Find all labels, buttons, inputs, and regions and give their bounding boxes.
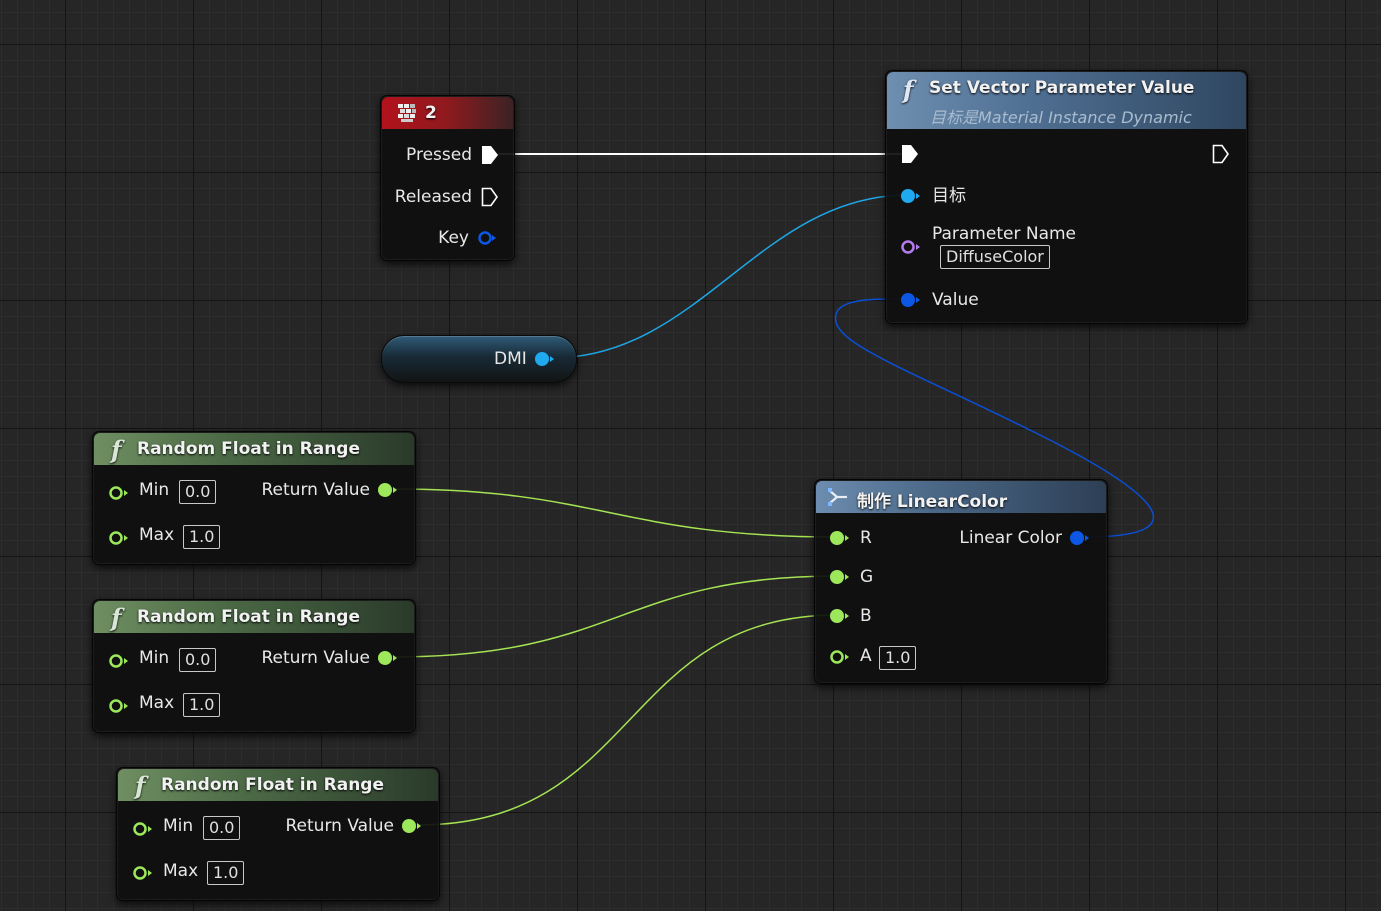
value-label: Value: [932, 290, 979, 310]
max-float-pin[interactable]: [108, 698, 128, 713]
key-label: Key: [438, 228, 469, 248]
make-color-header[interactable]: 制作 LinearColor: [816, 481, 1106, 513]
random-float-title: Random Float in Range: [161, 775, 384, 795]
min-label: Min: [139, 480, 170, 500]
g-float-pin[interactable]: [829, 569, 849, 584]
key-struct-pin[interactable]: [477, 230, 496, 245]
min-value-input[interactable]: 0.0: [203, 816, 241, 840]
b-label: B: [860, 606, 872, 626]
dmi-variable-node[interactable]: DMI: [381, 335, 577, 383]
min-float-pin[interactable]: [132, 821, 152, 836]
keyboard-icon: [396, 102, 418, 129]
make-color-title: 制作 LinearColor: [857, 492, 1008, 512]
min-float-pin[interactable]: [108, 653, 128, 668]
return-value-pin[interactable]: [377, 650, 397, 665]
parameter-name-input[interactable]: DiffuseColor: [940, 245, 1050, 269]
parameter-name-pin[interactable]: [900, 239, 920, 254]
r-label: R: [860, 528, 872, 548]
key-event-node[interactable]: 2 Pressed Released Key: [380, 95, 515, 261]
target-object-pin[interactable]: [900, 188, 920, 203]
random-float-node-2[interactable]: f Random Float in Range Min 0.0 Return V…: [92, 599, 416, 733]
key-event-header[interactable]: 2: [382, 97, 513, 129]
set-vector-title: Set Vector Parameter Value: [929, 78, 1195, 98]
random-float-node-3[interactable]: f Random Float in Range Min 0.0 Return V…: [116, 767, 440, 901]
return-value-label: Return Value: [261, 480, 371, 500]
max-float-pin[interactable]: [108, 530, 128, 545]
max-label: Max: [139, 525, 175, 545]
pressed-label: Pressed: [406, 145, 472, 165]
linear-color-out-pin[interactable]: [1069, 530, 1089, 545]
function-icon: f: [111, 603, 122, 632]
make-linear-color-node[interactable]: 制作 LinearColor R Linear Color G B A 1.0: [814, 479, 1108, 684]
max-float-pin[interactable]: [132, 865, 152, 880]
random-float-header[interactable]: f Random Float in Range: [118, 769, 438, 801]
random-float-header[interactable]: f Random Float in Range: [94, 433, 414, 465]
max-label: Max: [163, 861, 199, 881]
dmi-label: DMI: [494, 349, 527, 369]
min-value-input[interactable]: 0.0: [179, 648, 217, 672]
released-label: Released: [394, 187, 472, 207]
min-label: Min: [163, 816, 194, 836]
a-float-pin[interactable]: [829, 649, 849, 664]
a-value-input[interactable]: 1.0: [879, 646, 917, 670]
float-wire-r: [393, 488, 839, 538]
released-exec-pin[interactable]: [481, 187, 498, 207]
random-float-node-1[interactable]: f Random Float in Range Min 0.0 Return V…: [92, 431, 416, 565]
min-label: Min: [139, 648, 170, 668]
max-value-input[interactable]: 1.0: [183, 525, 221, 549]
g-label: G: [860, 567, 874, 587]
function-icon: f: [135, 771, 146, 800]
exec-in-pin[interactable]: [901, 144, 918, 163]
exec-out-pin[interactable]: [1212, 144, 1229, 164]
max-value-input[interactable]: 1.0: [207, 861, 245, 885]
key-event-title: 2: [425, 103, 437, 123]
dmi-object-pin[interactable]: [534, 351, 554, 366]
set-vector-header[interactable]: f Set Vector Parameter Value 目标是Material…: [887, 72, 1246, 129]
target-label: 目标: [932, 186, 966, 206]
a-label: A: [860, 646, 872, 666]
random-float-header[interactable]: f Random Float in Range: [94, 601, 414, 633]
function-icon: f: [111, 435, 122, 464]
return-value-label: Return Value: [261, 648, 371, 668]
make-struct-icon: [827, 487, 849, 512]
min-value-input[interactable]: 0.0: [179, 480, 217, 504]
random-float-title: Random Float in Range: [137, 439, 360, 459]
b-float-pin[interactable]: [829, 608, 849, 623]
parameter-name-label: Parameter Name: [932, 224, 1077, 244]
r-float-pin[interactable]: [829, 530, 849, 545]
min-float-pin[interactable]: [108, 485, 128, 500]
max-label: Max: [139, 693, 175, 713]
return-value-pin[interactable]: [377, 482, 397, 497]
linear-color-label: Linear Color: [959, 528, 1062, 548]
float-wire-g: [393, 575, 839, 658]
function-icon: f: [903, 75, 914, 104]
return-value-pin[interactable]: [401, 818, 421, 833]
max-value-input[interactable]: 1.0: [183, 693, 221, 717]
return-value-label: Return Value: [285, 816, 395, 836]
set-vector-parameter-node[interactable]: f Set Vector Parameter Value 目标是Material…: [885, 70, 1248, 324]
random-float-title: Random Float in Range: [137, 607, 360, 627]
set-vector-subtitle: 目标是Material Instance Dynamic: [930, 108, 1192, 127]
object-wire-dmi-target: [551, 194, 909, 359]
pressed-exec-pin[interactable]: [481, 145, 498, 164]
value-struct-pin[interactable]: [900, 292, 920, 307]
float-wire-b: [417, 614, 839, 826]
